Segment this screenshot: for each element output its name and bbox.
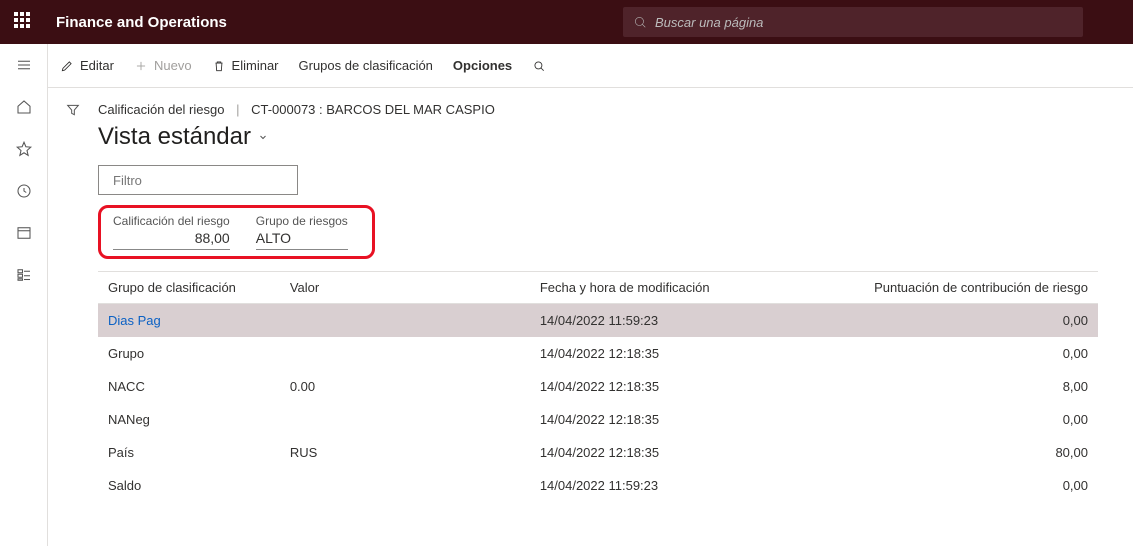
breadcrumb: Calificación del riesgo | CT-000073 : BA… <box>98 102 1123 117</box>
col-header-group[interactable]: Grupo de clasificación <box>98 272 280 304</box>
nav-rail <box>0 44 48 546</box>
recent-icon[interactable] <box>15 182 33 200</box>
view-selector[interactable]: Vista estándar <box>98 123 1123 151</box>
table-row[interactable]: Grupo 14/04/2022 12:18:350,00 <box>98 337 1098 370</box>
global-search-input[interactable] <box>655 15 1073 30</box>
action-bar: Editar Nuevo Eliminar Grupos de clasific… <box>48 44 1133 88</box>
app-title: Finance and Operations <box>56 14 227 31</box>
risk-group-value[interactable]: ALTO <box>256 228 348 250</box>
cell: 0.00 <box>280 370 530 403</box>
cell <box>280 304 530 338</box>
new-button[interactable]: Nuevo <box>134 58 192 73</box>
cell: Dias Pag <box>98 304 280 338</box>
table-row[interactable]: NANeg 14/04/2022 12:18:350,00 <box>98 403 1098 436</box>
risk-summary-highlight: Calificación del riesgo 88,00 Grupo de r… <box>98 205 375 259</box>
cell: Grupo <box>98 337 280 370</box>
delete-button[interactable]: Eliminar <box>212 58 279 73</box>
table-row[interactable]: PaísRUS14/04/2022 12:18:3580,00 <box>98 436 1098 469</box>
groups-button[interactable]: Grupos de clasificación <box>299 58 433 73</box>
edit-button[interactable]: Editar <box>60 58 114 73</box>
cell: 0,00 <box>803 469 1098 502</box>
cell: 0,00 <box>803 304 1098 338</box>
search-icon <box>633 15 647 29</box>
col-header-value[interactable]: Valor <box>280 272 530 304</box>
groups-label: Grupos de clasificación <box>299 58 433 73</box>
home-icon[interactable] <box>15 98 33 116</box>
hamburger-icon[interactable] <box>15 56 33 74</box>
edit-icon <box>60 59 74 73</box>
cell <box>280 337 530 370</box>
table-row[interactable]: Saldo 14/04/2022 11:59:230,00 <box>98 469 1098 502</box>
cell <box>280 403 530 436</box>
options-label: Opciones <box>453 58 512 73</box>
cell: NANeg <box>98 403 280 436</box>
cell: País <box>98 436 280 469</box>
delete-label: Eliminar <box>232 58 279 73</box>
cell: 80,00 <box>803 436 1098 469</box>
cell: 0,00 <box>803 403 1098 436</box>
breadcrumb-separator: | <box>236 102 239 117</box>
search-icon <box>532 59 546 73</box>
cell: 14/04/2022 12:18:35 <box>530 370 803 403</box>
cell: 14/04/2022 12:18:35 <box>530 403 803 436</box>
trash-icon <box>212 59 226 73</box>
global-header: Finance and Operations <box>0 0 1133 44</box>
cell: 14/04/2022 11:59:23 <box>530 304 803 338</box>
breadcrumb-record: CT-000073 : BARCOS DEL MAR CASPIO <box>251 102 495 117</box>
quick-filter[interactable] <box>98 165 298 195</box>
cell: 14/04/2022 12:18:35 <box>530 337 803 370</box>
table-row[interactable]: Dias Pag 14/04/2022 11:59:230,00 <box>98 304 1098 338</box>
cell: 0,00 <box>803 337 1098 370</box>
filter-pane-toggle[interactable] <box>48 88 98 546</box>
risk-score-value[interactable]: 88,00 <box>113 228 230 250</box>
cell: Saldo <box>98 469 280 502</box>
cell: RUS <box>280 436 530 469</box>
chevron-down-icon <box>257 131 269 143</box>
module-icon[interactable] <box>15 266 33 284</box>
risk-group-label: Grupo de riesgos <box>256 214 348 228</box>
workspace-icon[interactable] <box>15 224 33 242</box>
breadcrumb-section: Calificación del riesgo <box>98 102 224 117</box>
star-icon[interactable] <box>15 140 33 158</box>
cell: 14/04/2022 11:59:23 <box>530 469 803 502</box>
find-button[interactable] <box>532 59 546 73</box>
edit-label: Editar <box>80 58 114 73</box>
cell <box>280 469 530 502</box>
cell: 14/04/2022 12:18:35 <box>530 436 803 469</box>
cell: 8,00 <box>803 370 1098 403</box>
quick-filter-input[interactable] <box>113 173 289 188</box>
view-title-text: Vista estándar <box>98 123 251 151</box>
table-row[interactable]: NACC0.0014/04/2022 12:18:358,00 <box>98 370 1098 403</box>
global-search[interactable] <box>623 7 1083 37</box>
app-launcher-icon[interactable] <box>14 12 34 32</box>
col-header-modified[interactable]: Fecha y hora de modificación <box>530 272 803 304</box>
plus-icon <box>134 59 148 73</box>
classification-grid: Grupo de clasificación Valor Fecha y hor… <box>98 271 1098 502</box>
cell: NACC <box>98 370 280 403</box>
new-label: Nuevo <box>154 58 192 73</box>
funnel-icon <box>65 102 81 118</box>
risk-score-label: Calificación del riesgo <box>113 214 230 228</box>
col-header-score[interactable]: Puntuación de contribución de riesgo <box>803 272 1098 304</box>
options-button[interactable]: Opciones <box>453 58 512 73</box>
